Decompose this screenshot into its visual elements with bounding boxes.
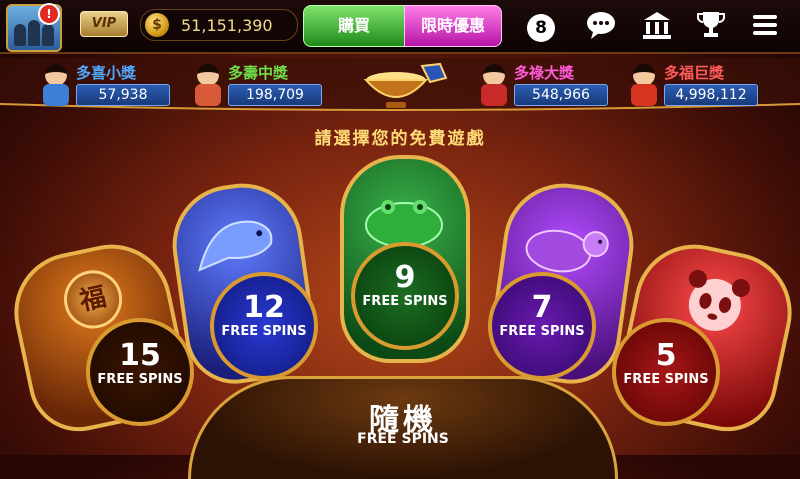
ball-8-icon[interactable]: 8 [524, 8, 558, 42]
jackpot-grand: 多福巨獎 4,998,112 [628, 60, 758, 110]
option-koi-badge[interactable]: 12 FREE SPINS [210, 272, 318, 380]
option-panda-badge[interactable]: 5 FREE SPINS [612, 318, 720, 426]
trophy-icon[interactable] [694, 8, 728, 42]
child-icon [40, 64, 72, 106]
child-icon [628, 64, 660, 106]
jackpot-major: 多祿大獎 548,966 [478, 60, 608, 110]
child-icon [478, 64, 510, 106]
jackpot-value: 548,966 [514, 84, 608, 106]
page-subtitle: 請選擇您的免費遊戲 [314, 129, 486, 149]
jackpot-name: 多福巨獎 [664, 64, 725, 82]
limited-offer-button[interactable]: 限時優惠 [404, 5, 502, 47]
top-bar: ! VIP $ 51,151,390 購買 限時優惠 8 [0, 0, 800, 54]
jackpot-mini: 多喜小獎 57,938 [40, 60, 170, 110]
jackpot-value: 198,709 [228, 84, 322, 106]
option-turtle-label: FREE SPINS [499, 324, 585, 339]
coin-balance-value: 51,151,390 [181, 16, 273, 35]
option-toad-label: FREE SPINS [362, 294, 448, 309]
jackpot-name: 多壽中獎 [228, 64, 289, 82]
treasure-bowl-icon [352, 62, 448, 112]
jackpot-value: 57,938 [76, 84, 170, 106]
bank-icon[interactable] [640, 8, 674, 42]
jackpot-name: 多喜小獎 [76, 64, 137, 82]
jackpot-value: 4,998,112 [664, 84, 758, 106]
chat-icon[interactable] [584, 8, 618, 42]
menu-icon[interactable] [748, 8, 782, 42]
option-panda-label: FREE SPINS [623, 372, 709, 387]
vip-button[interactable]: VIP [80, 11, 128, 37]
random-label: FREE SPINS [357, 431, 449, 447]
option-toad-count: 9 [394, 260, 416, 295]
option-turtle-count: 7 [531, 290, 553, 325]
alert-badge: ! [38, 3, 60, 25]
ball-8-label: 8 [527, 14, 555, 42]
option-panda-count: 5 [655, 338, 677, 373]
child-icon [192, 64, 224, 106]
option-turtle-badge[interactable]: 7 FREE SPINS [488, 272, 596, 380]
jackpot-name: 多祿大獎 [514, 64, 575, 82]
random-free-spins-button[interactable]: 隨機 FREE SPINS [188, 376, 618, 479]
buy-button[interactable]: 購買 [303, 5, 405, 47]
option-coin-badge[interactable]: 15 FREE SPINS [86, 318, 194, 426]
option-koi-count: 12 [243, 290, 285, 325]
option-koi-label: FREE SPINS [221, 324, 307, 339]
jackpot-minor: 多壽中獎 198,709 [192, 60, 322, 110]
coin-icon: $ [145, 13, 169, 37]
option-coin-count: 15 [119, 338, 161, 373]
option-coin-label: FREE SPINS [97, 372, 183, 387]
option-toad-badge[interactable]: 9 FREE SPINS [351, 242, 459, 350]
coin-balance: $ 51,151,390 [140, 9, 298, 41]
